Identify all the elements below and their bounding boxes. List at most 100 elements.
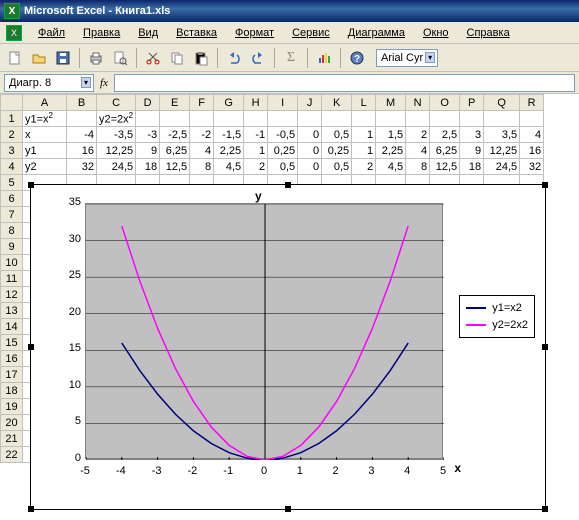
row-header[interactable]: 21 <box>1 431 23 447</box>
cell[interactable]: 16 <box>520 143 544 159</box>
cell[interactable]: 12,5 <box>160 159 190 175</box>
col-header[interactable]: Q <box>484 95 520 111</box>
menu-help[interactable]: Справка <box>459 25 518 41</box>
open-button[interactable] <box>28 47 50 69</box>
help-button[interactable]: ? <box>346 47 368 69</box>
col-header[interactable]: D <box>136 95 160 111</box>
cell[interactable]: 4 <box>520 127 544 143</box>
cell[interactable] <box>352 111 376 127</box>
col-header[interactable]: M <box>376 95 406 111</box>
cell[interactable]: x <box>23 127 67 143</box>
col-header[interactable]: C <box>97 95 136 111</box>
cell[interactable] <box>244 111 268 127</box>
cell[interactable] <box>190 111 214 127</box>
cell[interactable]: 0 <box>298 159 322 175</box>
cell[interactable]: 2,25 <box>214 143 244 159</box>
cell[interactable]: 1 <box>244 143 268 159</box>
cell[interactable]: -0,5 <box>268 127 298 143</box>
cell[interactable] <box>214 111 244 127</box>
col-header[interactable]: N <box>406 95 430 111</box>
cell[interactable]: 8 <box>190 159 214 175</box>
cell[interactable]: 2 <box>406 127 430 143</box>
chart-legend[interactable]: y1=x2 y2=2x2 <box>459 295 535 338</box>
row-header[interactable]: 20 <box>1 415 23 431</box>
cell[interactable]: y2=2x2 <box>97 111 136 127</box>
cell[interactable]: 2,25 <box>376 143 406 159</box>
font-selector[interactable]: Arial Cyr <box>376 49 438 67</box>
cell[interactable]: -3,5 <box>97 127 136 143</box>
autosum-button[interactable]: Σ <box>280 47 302 69</box>
row-header[interactable]: 18 <box>1 383 23 399</box>
chart-y-title[interactable]: y <box>255 189 262 203</box>
row-header[interactable]: 2 <box>1 127 23 143</box>
cell[interactable]: 24,5 <box>97 159 136 175</box>
cell[interactable] <box>484 111 520 127</box>
row-header[interactable]: 11 <box>1 271 23 287</box>
fx-label[interactable]: fx <box>100 77 108 89</box>
cell[interactable]: -4 <box>67 127 97 143</box>
col-header[interactable]: B <box>67 95 97 111</box>
cell[interactable]: 18 <box>136 159 160 175</box>
row-header[interactable]: 14 <box>1 319 23 335</box>
copy-button[interactable] <box>166 47 188 69</box>
print-button[interactable] <box>85 47 107 69</box>
print-preview-button[interactable] <box>109 47 131 69</box>
cell[interactable] <box>376 111 406 127</box>
cell[interactable]: -2,5 <box>160 127 190 143</box>
row-header[interactable]: 9 <box>1 239 23 255</box>
cell[interactable]: 1,5 <box>376 127 406 143</box>
cell[interactable]: 0,25 <box>268 143 298 159</box>
col-header[interactable]: G <box>214 95 244 111</box>
cell[interactable]: 8 <box>406 159 430 175</box>
excel-doc-icon[interactable]: X <box>6 25 22 41</box>
row-header[interactable]: 12 <box>1 287 23 303</box>
cell[interactable]: 1 <box>352 127 376 143</box>
cell[interactable]: y1=x2 <box>23 111 67 127</box>
paste-button[interactable] <box>190 47 212 69</box>
embedded-chart[interactable]: y x 05101520253035 -5-4-3-2-1012345 y1=x… <box>30 184 546 510</box>
col-header[interactable]: H <box>244 95 268 111</box>
chart-wizard-button[interactable] <box>313 47 335 69</box>
cell[interactable] <box>136 111 160 127</box>
formula-bar[interactable] <box>114 74 575 92</box>
cell[interactable]: y1 <box>23 143 67 159</box>
row-header[interactable]: 10 <box>1 255 23 271</box>
cell[interactable] <box>268 111 298 127</box>
row-header[interactable]: 7 <box>1 207 23 223</box>
col-header[interactable]: R <box>520 95 544 111</box>
cell[interactable]: -1 <box>244 127 268 143</box>
cell[interactable]: 4 <box>190 143 214 159</box>
legend-entry[interactable]: y2=2x2 <box>466 317 528 334</box>
row-header[interactable]: 8 <box>1 223 23 239</box>
menu-file[interactable]: Файл <box>30 25 73 41</box>
cell[interactable]: 3,5 <box>484 127 520 143</box>
cell[interactable]: 24,5 <box>484 159 520 175</box>
cell[interactable]: -2 <box>190 127 214 143</box>
cell[interactable]: 9 <box>460 143 484 159</box>
cell[interactable]: 12,25 <box>97 143 136 159</box>
cell[interactable] <box>406 111 430 127</box>
cell[interactable]: 32 <box>67 159 97 175</box>
cell[interactable]: 4 <box>406 143 430 159</box>
cell[interactable]: 6,25 <box>430 143 460 159</box>
plot-area[interactable] <box>85 203 443 459</box>
cell[interactable]: -1,5 <box>214 127 244 143</box>
col-header[interactable]: P <box>460 95 484 111</box>
row-header[interactable]: 5 <box>1 175 23 191</box>
row-header[interactable]: 15 <box>1 335 23 351</box>
col-header[interactable]: K <box>322 95 352 111</box>
cell[interactable]: 0,5 <box>322 127 352 143</box>
menu-view[interactable]: Вид <box>130 25 166 41</box>
redo-button[interactable] <box>247 47 269 69</box>
col-header[interactable]: J <box>298 95 322 111</box>
menu-insert[interactable]: Вставка <box>168 25 225 41</box>
row-header[interactable]: 17 <box>1 367 23 383</box>
menu-window[interactable]: Окно <box>415 25 457 41</box>
cell[interactable]: 12,25 <box>484 143 520 159</box>
cell[interactable]: 0 <box>298 143 322 159</box>
cell[interactable]: y2 <box>23 159 67 175</box>
undo-button[interactable] <box>223 47 245 69</box>
save-button[interactable] <box>52 47 74 69</box>
cut-button[interactable] <box>142 47 164 69</box>
cell[interactable] <box>322 111 352 127</box>
